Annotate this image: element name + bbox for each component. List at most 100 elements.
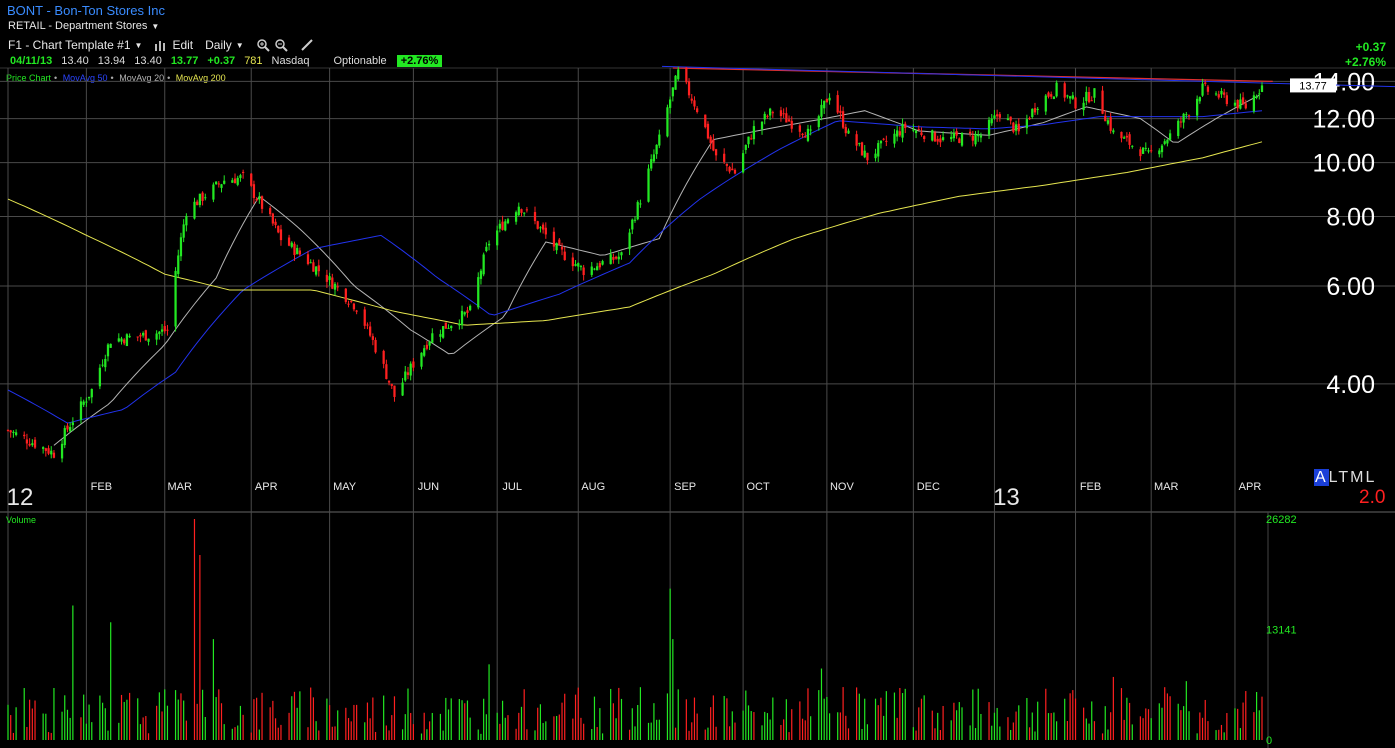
candle-body <box>404 371 407 381</box>
candle-body <box>1160 145 1164 153</box>
candle-body <box>293 243 296 255</box>
candle-body <box>882 138 885 140</box>
candle-body <box>363 309 366 326</box>
price-tick-label: 4.00 <box>1326 371 1375 399</box>
candle-body <box>639 203 642 205</box>
candle-body <box>747 136 750 145</box>
candle-body <box>177 255 180 275</box>
month-label: AUG <box>581 481 605 493</box>
candle-body <box>66 425 69 430</box>
period-m-button[interactable]: M <box>1350 469 1365 486</box>
candle-body <box>1139 149 1142 157</box>
candle-body <box>9 430 12 433</box>
candle-body <box>593 268 596 270</box>
candle-body <box>196 201 199 206</box>
candle-body <box>290 242 293 247</box>
period-t-button[interactable]: T <box>1338 469 1350 486</box>
candle-body <box>1033 108 1037 113</box>
period-l-button[interactable]: L <box>1329 469 1339 486</box>
candle-body <box>193 201 196 219</box>
candle-body <box>858 143 861 145</box>
candle-body <box>233 178 237 184</box>
volume-tick-label: 13141 <box>1266 625 1297 637</box>
candle-body <box>658 134 661 146</box>
candle-body <box>185 216 188 226</box>
candle-body <box>158 331 161 335</box>
candle-body <box>787 119 791 122</box>
candle-body <box>1082 102 1085 111</box>
candle-body <box>563 251 566 260</box>
candle-body <box>571 257 574 267</box>
period-selector: ALTML <box>1314 469 1376 487</box>
series-movavg-200 <box>7 141 1263 326</box>
candle-body <box>933 132 937 142</box>
candle-body <box>496 230 499 246</box>
candle-body <box>801 133 804 136</box>
candle-body <box>904 123 907 128</box>
candle-body <box>371 336 374 340</box>
candle-body <box>536 221 539 229</box>
candle-body <box>1220 90 1223 95</box>
candle-body <box>650 159 653 169</box>
candle-body <box>387 380 391 383</box>
candle-body <box>393 385 396 397</box>
candle-body <box>525 209 529 211</box>
candle-body <box>544 227 547 235</box>
candle-body <box>874 153 877 159</box>
candle-body <box>790 120 793 129</box>
candle-body <box>409 363 412 376</box>
candle-body <box>901 124 904 138</box>
price-volume-chart[interactable]: 4.006.008.0010.0012.0014.0012 FEB MAR APR MA… <box>0 0 1395 748</box>
candle-body <box>390 383 393 386</box>
candle-body <box>523 212 526 214</box>
candle-body <box>50 450 53 455</box>
candle-body <box>109 343 112 348</box>
candle-body <box>804 136 807 138</box>
candle-body <box>182 224 185 238</box>
candle-body <box>6 429 10 431</box>
candle-body <box>1123 137 1126 139</box>
candle-body <box>1120 131 1123 139</box>
candle-body <box>1125 135 1129 138</box>
candle-body <box>69 427 72 432</box>
candle-body <box>955 131 958 136</box>
candle-body <box>923 136 926 140</box>
candle-body <box>1179 121 1183 123</box>
candle-body <box>671 87 674 97</box>
candle-body <box>614 256 618 259</box>
candle-body <box>806 128 810 141</box>
candle-body <box>766 115 769 117</box>
candle-body <box>444 322 447 329</box>
candle-body <box>733 169 737 174</box>
candle-body <box>33 439 37 448</box>
month-label: MAY <box>333 481 357 493</box>
candle-body <box>1196 98 1199 116</box>
candle-body <box>1217 94 1220 98</box>
candle-body <box>731 168 734 171</box>
candle-body <box>1166 139 1169 144</box>
period-l2-button[interactable]: L <box>1366 469 1377 486</box>
candle-body <box>674 75 677 90</box>
candle-body <box>817 116 820 128</box>
candle-body <box>687 81 691 96</box>
candle-body <box>677 69 680 80</box>
candle-body <box>1014 124 1018 131</box>
candle-body <box>31 443 34 446</box>
price-tick-label: 10.00 <box>1312 150 1375 178</box>
candle-body <box>809 129 812 131</box>
candle-body <box>752 126 756 140</box>
candle-body <box>355 310 358 312</box>
candle-body <box>128 335 131 338</box>
candle-body <box>23 434 26 437</box>
period-all-button[interactable]: A <box>1314 469 1329 486</box>
candle-body <box>655 144 658 155</box>
candle-body <box>1009 116 1012 121</box>
candle-body <box>917 129 920 131</box>
candle-body <box>501 221 504 230</box>
candle-body <box>401 382 404 396</box>
candle-body <box>412 361 415 368</box>
candle-body <box>382 350 385 364</box>
candle-body <box>847 130 850 134</box>
candle-body <box>669 99 672 108</box>
candle-body <box>44 448 47 451</box>
